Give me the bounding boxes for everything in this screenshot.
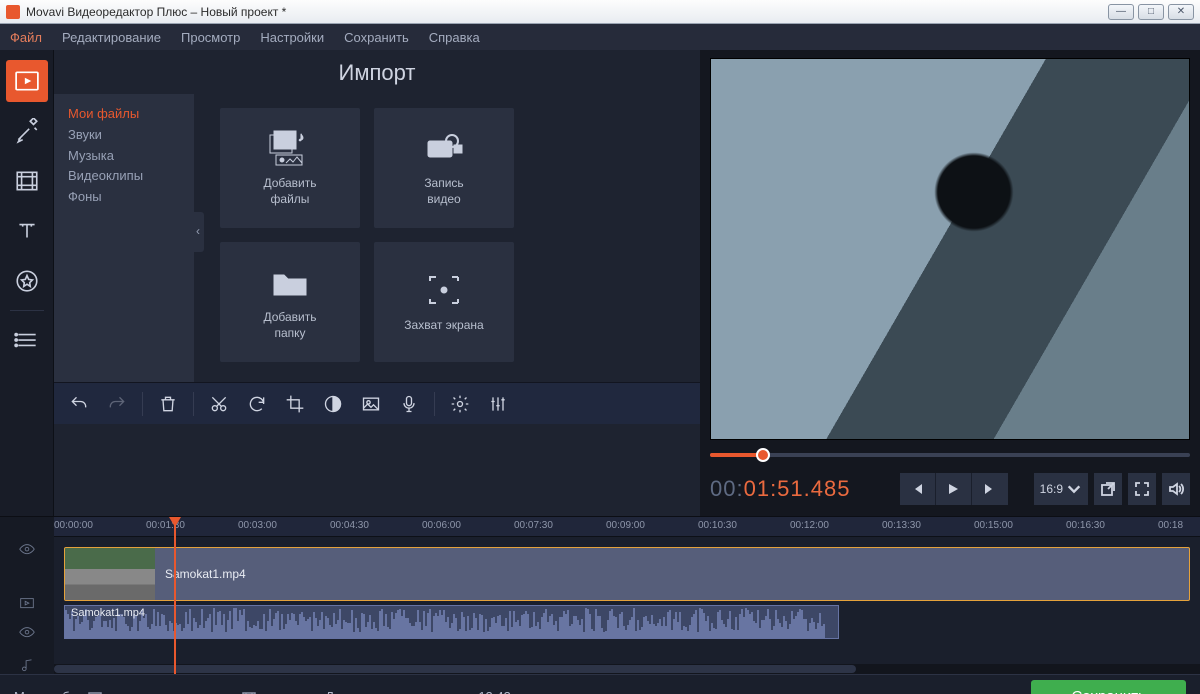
window-titlebar: Movavi Видеоредактор Плюс – Новый проект… [0, 0, 1200, 24]
microphone-button[interactable] [394, 389, 424, 419]
menu-help[interactable]: Справка [429, 30, 480, 45]
timecode-display: 00:01:51.485 [710, 476, 850, 503]
video-clip-name: Samokat1.mp4 [155, 567, 246, 581]
fullscreen-button[interactable] [1128, 473, 1156, 505]
cat-music[interactable]: Музыка [68, 146, 194, 167]
menu-save[interactable]: Сохранить [344, 30, 409, 45]
timeline-h-scrollbar[interactable] [54, 664, 1200, 674]
cat-sounds[interactable]: Звуки [68, 125, 194, 146]
tool-more[interactable] [6, 319, 48, 361]
waveform [65, 606, 838, 638]
volume-button[interactable] [1162, 473, 1190, 505]
timeline-ruler[interactable]: 00:00:0000:01:3000:03:0000:04:3000:06:00… [54, 517, 1200, 537]
edit-toolbar [54, 382, 700, 424]
timeline-body[interactable]: 00:00:0000:01:3000:03:0000:04:3000:06:00… [54, 517, 1200, 674]
crop-button[interactable] [280, 389, 310, 419]
audio-clip[interactable]: Samokat1.mp4 [64, 605, 839, 639]
status-bar: Масштаб: Длительность проекта: 12:43 Сох… [0, 674, 1200, 694]
tile-add-files[interactable]: ♪ Добавить файлы [220, 108, 360, 228]
collapse-sidebar[interactable]: ‹ [192, 212, 204, 252]
playhead[interactable] [174, 517, 176, 674]
tile-add-folder[interactable]: Добавить папку [220, 242, 360, 362]
minimize-button[interactable]: — [1108, 4, 1134, 20]
aspect-ratio-button[interactable]: 16:9 [1034, 473, 1088, 505]
tool-strip [0, 50, 54, 516]
maximize-button[interactable]: □ [1138, 4, 1164, 20]
tool-filters[interactable] [6, 110, 48, 152]
cat-my-files[interactable]: Мои файлы [68, 104, 194, 125]
color-adjust-button[interactable] [318, 389, 348, 419]
tool-titles[interactable] [6, 210, 48, 252]
capture-frame-icon [420, 270, 468, 310]
video-clip[interactable]: Samokat1.mp4 [64, 547, 1190, 601]
window-title: Movavi Видеоредактор Плюс – Новый проект… [26, 5, 1108, 19]
app-logo [6, 5, 20, 19]
zoom-out-icon[interactable] [87, 689, 103, 694]
image-button[interactable] [356, 389, 386, 419]
seek-knob[interactable] [756, 448, 770, 462]
menu-view[interactable]: Просмотр [181, 30, 240, 45]
music-track-icon[interactable] [18, 658, 36, 674]
visibility-icon[interactable] [18, 541, 36, 557]
cat-backgrounds[interactable]: Фоны [68, 187, 194, 208]
play-button[interactable] [936, 473, 972, 505]
timeline-gutter [0, 517, 54, 674]
close-button[interactable]: ✕ [1168, 4, 1194, 20]
preview-seekbar[interactable] [710, 446, 1190, 464]
duration-value: 12:43 [478, 689, 511, 694]
equalizer-button[interactable] [483, 389, 513, 419]
popout-button[interactable] [1094, 473, 1122, 505]
tool-stickers[interactable] [6, 260, 48, 302]
tile-label: Добавить файлы [263, 176, 316, 207]
tile-screen-capture[interactable]: Захват экрана [374, 242, 514, 362]
prev-frame-button[interactable] [900, 473, 936, 505]
tile-record-video[interactable]: Запись видео [374, 108, 514, 228]
menu-file[interactable]: Файл [10, 30, 42, 45]
timeline: 00:00:0000:01:3000:03:0000:04:3000:06:00… [0, 516, 1200, 674]
cut-button[interactable] [204, 389, 234, 419]
menu-edit[interactable]: Редактирование [62, 30, 161, 45]
svg-text:♪: ♪ [298, 130, 304, 144]
video-track-icon[interactable] [18, 595, 36, 611]
panel-title: Импорт [54, 50, 700, 94]
properties-button[interactable] [445, 389, 475, 419]
audio-clip-name: Samokat1.mp4 [71, 607, 145, 619]
cat-videoclips[interactable]: Видеоклипы [68, 166, 194, 187]
camcorder-icon [420, 128, 468, 168]
import-category-list: Мои файлы Звуки Музыка Видеоклипы Фоны ‹ [54, 94, 194, 382]
zoom-in-icon[interactable] [241, 689, 257, 694]
rotate-button[interactable] [242, 389, 272, 419]
tile-label: Запись видео [424, 176, 463, 207]
undo-button[interactable] [64, 389, 94, 419]
center-panel: Импорт Мои файлы Звуки Музыка Видеоклипы… [54, 50, 700, 516]
clip-thumbnail [65, 548, 155, 600]
media-files-icon: ♪ [266, 128, 314, 168]
preview-panel: 00:01:51.485 16:9 [700, 50, 1200, 516]
redo-button[interactable] [102, 389, 132, 419]
delete-button[interactable] [153, 389, 183, 419]
tile-label: Добавить папку [263, 310, 316, 341]
preview-video[interactable] [710, 58, 1190, 440]
folder-icon [266, 262, 314, 302]
menu-bar: Файл Редактирование Просмотр Настройки С… [0, 24, 1200, 50]
zoom-label: Масштаб: [14, 689, 73, 694]
tile-label: Захват экрана [404, 318, 483, 334]
visibility-icon[interactable] [18, 624, 36, 640]
next-frame-button[interactable] [972, 473, 1008, 505]
duration-label: Длительность проекта: [325, 689, 464, 694]
menu-settings[interactable]: Настройки [260, 30, 324, 45]
save-button[interactable]: Сохранить [1031, 680, 1186, 694]
tool-import[interactable] [6, 60, 48, 102]
tool-transitions[interactable] [6, 160, 48, 202]
